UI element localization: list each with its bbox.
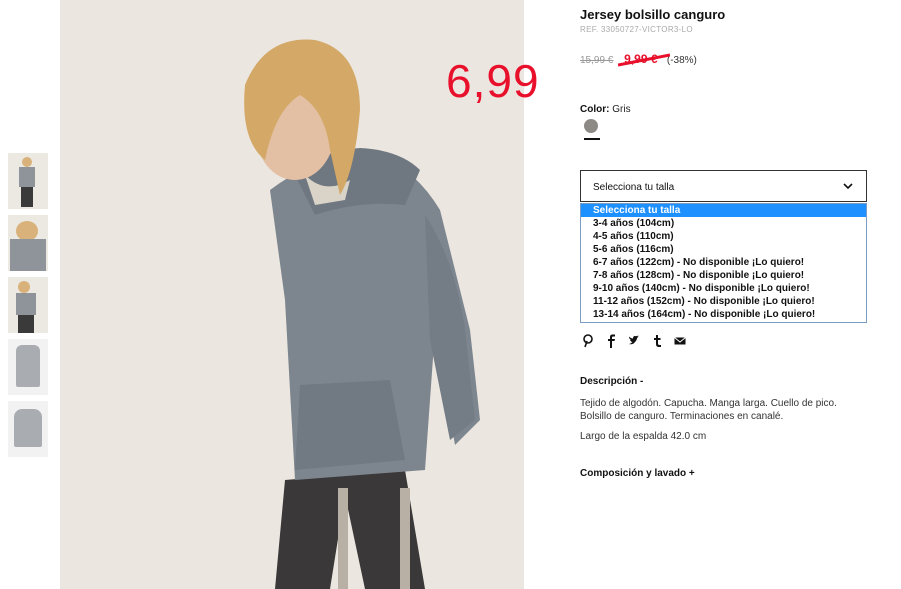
color-swatch-gris[interactable] <box>584 119 598 133</box>
description-text: Tejido de algodón. Capucha. Manga larga.… <box>580 398 837 422</box>
size-select[interactable]: Selecciona tu talla <box>580 170 867 202</box>
color-value: Gris <box>612 104 631 115</box>
discount-badge: (-38%) <box>666 55 697 66</box>
thumbnail-4[interactable] <box>8 339 48 395</box>
composition-heading[interactable]: Composición y lavado + <box>580 468 695 479</box>
strikethrough-scribble <box>618 53 671 67</box>
size-option[interactable]: 6-7 años (122cm) - No disponible ¡Lo qui… <box>581 256 866 269</box>
pinterest-icon[interactable] <box>582 334 594 348</box>
swatch-selected-indicator <box>584 138 600 140</box>
twitter-icon[interactable] <box>628 334 640 348</box>
facebook-icon[interactable] <box>605 334 617 348</box>
size-dropdown-list: Selecciona tu talla 3-4 años (104cm) 4-5… <box>580 203 867 323</box>
chevron-down-icon <box>843 183 853 190</box>
thumbnail-5[interactable] <box>8 401 48 457</box>
thumbnail-1[interactable] <box>8 153 48 209</box>
color-row: Color: Gris <box>580 104 631 115</box>
product-ref: REF. 33050727-VICTOR3-LO <box>580 25 693 34</box>
description-heading[interactable]: Descripción - <box>580 376 643 387</box>
size-option[interactable]: 7-8 años (128cm) - No disponible ¡Lo qui… <box>581 269 866 282</box>
thumbnail-3[interactable] <box>8 277 48 333</box>
color-label: Color: <box>580 104 610 115</box>
size-option[interactable]: 13-14 años (164cm) - No disponible ¡Lo q… <box>581 308 866 321</box>
overlay-price: 6,99 <box>446 55 540 107</box>
product-title: Jersey bolsillo canguro <box>580 7 726 22</box>
thumbnail-gallery <box>8 153 48 463</box>
old-price: 15,99 € <box>580 55 614 66</box>
size-option[interactable]: 9-10 años (140cm) - No disponible ¡Lo qu… <box>581 282 866 295</box>
mail-icon[interactable] <box>674 334 686 348</box>
thumbnail-2[interactable] <box>8 215 48 271</box>
sale-price: 9,99 € <box>618 52 671 67</box>
share-icons <box>582 334 686 348</box>
size-option[interactable]: 11-12 años (152cm) - No disponible ¡Lo q… <box>581 295 866 308</box>
size-option[interactable]: Selecciona tu talla <box>581 204 866 217</box>
size-option[interactable]: 3-4 años (104cm) <box>581 217 866 230</box>
size-option[interactable]: 5-6 años (116cm) <box>581 243 866 256</box>
description-length: Largo de la espalda 42.0 cm <box>580 431 707 442</box>
size-select-label: Selecciona tu talla <box>593 182 675 193</box>
size-option[interactable]: 4-5 años (110cm) <box>581 230 866 243</box>
tumblr-icon[interactable] <box>651 334 663 348</box>
price-row: 15,99 € 9,99 € (-38%) <box>580 52 697 67</box>
